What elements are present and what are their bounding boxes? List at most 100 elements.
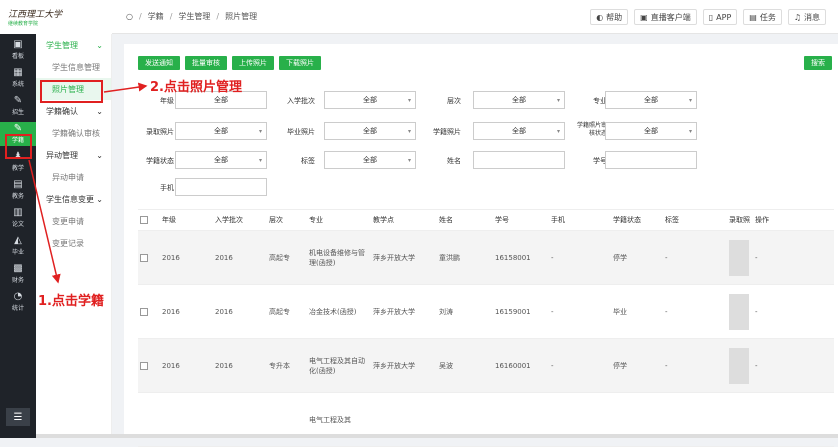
action-button-0[interactable]: 发送通知 bbox=[138, 56, 180, 70]
nav-label: 毕业 bbox=[11, 249, 24, 256]
nav-label: 统计 bbox=[11, 305, 24, 312]
filter-input[interactable] bbox=[605, 151, 697, 169]
row-checkbox[interactable] bbox=[138, 361, 160, 370]
photo-cell bbox=[727, 293, 753, 330]
column-header: 专业 bbox=[309, 216, 323, 224]
nav-label: 看板 bbox=[11, 53, 24, 60]
filter-select[interactable]: 全部 ▾ bbox=[324, 91, 416, 109]
sidebar-group[interactable]: 学生管理 ⌄ bbox=[36, 34, 111, 56]
filter-value: 全部 bbox=[363, 156, 377, 164]
action-button-3[interactable]: 下载照片 bbox=[279, 56, 321, 70]
nav-item-7[interactable]: ◭ 毕业 bbox=[0, 234, 36, 258]
nav-icon: ✎ bbox=[13, 123, 23, 134]
photo-thumbnail[interactable] bbox=[729, 239, 749, 276]
sidebar-group[interactable]: 异动管理 ⌄ bbox=[36, 144, 111, 166]
nav-icon: ◭ bbox=[14, 235, 22, 246]
nav-item-9[interactable]: ◔ 统计 bbox=[0, 290, 36, 314]
filter-label: 层次 bbox=[447, 97, 461, 105]
table-cell: 2016 bbox=[162, 307, 180, 316]
toplink-label: 帮助 bbox=[606, 12, 623, 22]
checkbox-icon bbox=[140, 361, 148, 370]
table-cell: 16159001 bbox=[495, 307, 531, 316]
filter-label: 年级 bbox=[160, 97, 174, 105]
nav-item-0[interactable]: ▣ 看板 bbox=[0, 38, 36, 62]
nav-icon: ▤ bbox=[13, 179, 23, 190]
select-all-checkbox[interactable] bbox=[138, 216, 160, 224]
sidebar-item[interactable]: 变更记录 bbox=[36, 232, 111, 254]
breadcrumb-item[interactable]: 学籍 bbox=[148, 11, 164, 22]
filter-select[interactable]: 全部 ▾ bbox=[175, 151, 267, 169]
chevron-down-icon: ▾ bbox=[556, 96, 560, 104]
taskbar-strip bbox=[36, 434, 838, 438]
table-cell: 专升本 bbox=[269, 361, 290, 370]
filter-select[interactable]: 全部 ▾ bbox=[605, 91, 697, 109]
checkbox-icon bbox=[140, 307, 148, 316]
highlight-box-xueji bbox=[5, 134, 32, 159]
top-bar: ○ / 学籍 / 学生管理 / 照片管理 ◐ 帮助 ▣ 直播客户端 ▯ APP ▤ 任务 ♫ 消息 bbox=[112, 0, 838, 34]
filter-select[interactable]: 全部 ▾ bbox=[324, 151, 416, 169]
photo-thumbnail[interactable] bbox=[729, 293, 749, 330]
top-links: ◐ 帮助 ▣ 直播客户端 ▯ APP ▤ 任务 ♫ 消息 bbox=[590, 9, 826, 25]
nav-label: 系统 bbox=[11, 81, 24, 88]
photo-thumbnail[interactable] bbox=[729, 347, 749, 384]
table-cell: - bbox=[665, 361, 668, 370]
school-logo: 江西理工大学 继续教育学院 bbox=[0, 0, 112, 34]
table-cell: - bbox=[551, 307, 554, 316]
bell-icon: ♫ bbox=[793, 12, 801, 22]
table-cell: - bbox=[551, 361, 554, 370]
sidebar-item[interactable]: 学生信息管理 bbox=[36, 56, 111, 78]
table-cell: 毕业 bbox=[613, 307, 627, 316]
menu-collapse-icon[interactable]: ☰ bbox=[6, 408, 30, 426]
nav-item-6[interactable]: ▥ 论文 bbox=[0, 206, 36, 230]
toplink-0[interactable]: ◐ 帮助 bbox=[590, 9, 629, 25]
chevron-down-icon: ⌄ bbox=[96, 106, 103, 116]
nav-item-2[interactable]: ✎ 招生 bbox=[0, 94, 36, 118]
chevron-down-icon: ▾ bbox=[688, 96, 692, 104]
chevron-down-icon: ▾ bbox=[688, 127, 692, 135]
photo-cell bbox=[727, 239, 753, 276]
column-header: 学号 bbox=[495, 216, 509, 224]
table-row[interactable]: 2016 2016 高起专 冶金技术(函授) 萍乡开放大学 刘涛 16159001 - 毕业 - - bbox=[138, 285, 834, 339]
nav-icon: ▥ bbox=[13, 207, 23, 218]
toplink-label: 任务 bbox=[759, 12, 776, 22]
chevron-down-icon: ⌄ bbox=[96, 194, 103, 204]
sidebar-group[interactable]: 学生信息变更 ⌄ bbox=[36, 188, 111, 210]
row-checkbox[interactable] bbox=[138, 307, 160, 316]
left-nav-bar: ▣ 看板 ▦ 系统 ✎ 招生 ✎ 学籍 ♟ 教学 ▤ 教务 ▥ 论文 ◭ 毕业 ▩ 财务 ◔ 统计 ☰ bbox=[0, 0, 36, 438]
table-row[interactable]: 2016 2016 高起专 机电设备维修与管理(函授) 萍乡开放大学 童洪鹏 1615800… bbox=[138, 231, 834, 285]
breadcrumb-item[interactable]: 学生管理 bbox=[178, 11, 210, 22]
toplink-2[interactable]: ▯ APP bbox=[702, 9, 738, 25]
filter-label: 入学批次 bbox=[287, 97, 315, 105]
filter-value: 全部 bbox=[214, 96, 228, 104]
nav-item-8[interactable]: ▩ 财务 bbox=[0, 262, 36, 286]
filter-label: 毕业照片 bbox=[287, 128, 315, 136]
filter-input[interactable] bbox=[473, 151, 565, 169]
sidebar-group-label: 学生管理 bbox=[46, 40, 78, 50]
sidebar-item[interactable]: 变更申请 bbox=[36, 210, 111, 232]
toplink-label: APP bbox=[716, 12, 732, 22]
action-button-2[interactable]: 上传照片 bbox=[232, 56, 274, 70]
sidebar-item[interactable]: 异动申请 bbox=[36, 166, 111, 188]
filter-select[interactable]: 全部 ▾ bbox=[324, 122, 416, 140]
filter-label: 手机 bbox=[160, 184, 174, 192]
filter-select[interactable]: 全部 ▾ bbox=[605, 122, 697, 140]
sidebar-group[interactable]: 学籍确认 ⌄ bbox=[36, 100, 111, 122]
home-icon[interactable]: ○ bbox=[126, 12, 133, 21]
table-row[interactable]: 2016 2016 专升本 电气工程及其自动化(函授) 萍乡开放大学 吴波 16160001… bbox=[138, 339, 834, 393]
row-checkbox[interactable] bbox=[138, 253, 160, 262]
table-row[interactable]: 电气工程及其 bbox=[138, 393, 834, 447]
filter-label: 姓名 bbox=[447, 157, 461, 165]
filter-select[interactable]: 全部 ▾ bbox=[473, 122, 565, 140]
nav-item-1[interactable]: ▦ 系统 bbox=[0, 66, 36, 90]
sidebar-item[interactable]: 学籍确认审核 bbox=[36, 122, 111, 144]
toplink-1[interactable]: ▣ 直播客户端 bbox=[634, 9, 697, 25]
toplink-4[interactable]: ♫ 消息 bbox=[787, 9, 826, 25]
table-cell: 2016 bbox=[215, 361, 233, 370]
filter-select[interactable]: 全部 ▾ bbox=[175, 122, 267, 140]
search-button[interactable]: 搜索 bbox=[804, 56, 832, 70]
filter-select[interactable]: 全部 ▾ bbox=[473, 91, 565, 109]
toplink-3[interactable]: ▤ 任务 bbox=[743, 9, 782, 25]
filter-input[interactable] bbox=[175, 178, 267, 196]
action-button-1[interactable]: 批量审核 bbox=[185, 56, 227, 70]
nav-item-5[interactable]: ▤ 教务 bbox=[0, 178, 36, 202]
